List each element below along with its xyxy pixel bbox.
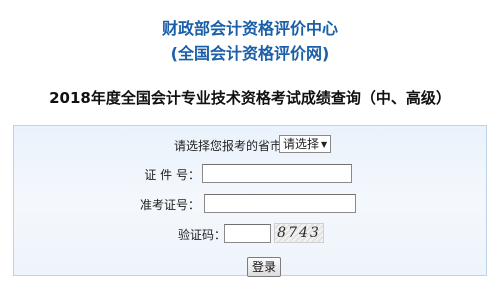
login-button[interactable]: 登录 bbox=[247, 257, 281, 277]
province-label: 请选择您报考的省市： bbox=[174, 139, 295, 153]
page-title: 2018年度全国会计专业技术资格考试成绩查询（中、高级） bbox=[49, 89, 451, 107]
province-select[interactable]: 请选择 ▼ bbox=[279, 135, 332, 153]
captcha-row: 验证码： 8743 bbox=[14, 223, 488, 245]
id-number-label: 证 件 号： bbox=[144, 168, 200, 182]
admission-number-input[interactable] bbox=[204, 194, 356, 213]
admission-number-label: 准考证号： bbox=[139, 198, 200, 212]
captcha-input[interactable] bbox=[224, 224, 271, 243]
query-form-panel: 请选择您报考的省市： 请选择 ▼ 证 件 号： 准考证号： 验证码： 8743 登… bbox=[13, 125, 488, 277]
chevron-down-icon: ▼ bbox=[321, 140, 328, 149]
province-row: 请选择您报考的省市： 请选择 ▼ bbox=[14, 134, 488, 156]
org-subtitle: (全国会计资格评价网) bbox=[170, 44, 330, 63]
province-select-value: 请选择 bbox=[283, 137, 320, 151]
captcha-image[interactable]: 8743 bbox=[274, 223, 324, 243]
id-number-input[interactable] bbox=[202, 164, 352, 183]
captcha-label: 验证码： bbox=[177, 228, 226, 242]
admission-number-row: 准考证号： bbox=[14, 193, 488, 215]
org-name: 财政部会计资格评价中心 bbox=[161, 19, 338, 38]
id-number-row: 证 件 号： bbox=[14, 163, 488, 185]
